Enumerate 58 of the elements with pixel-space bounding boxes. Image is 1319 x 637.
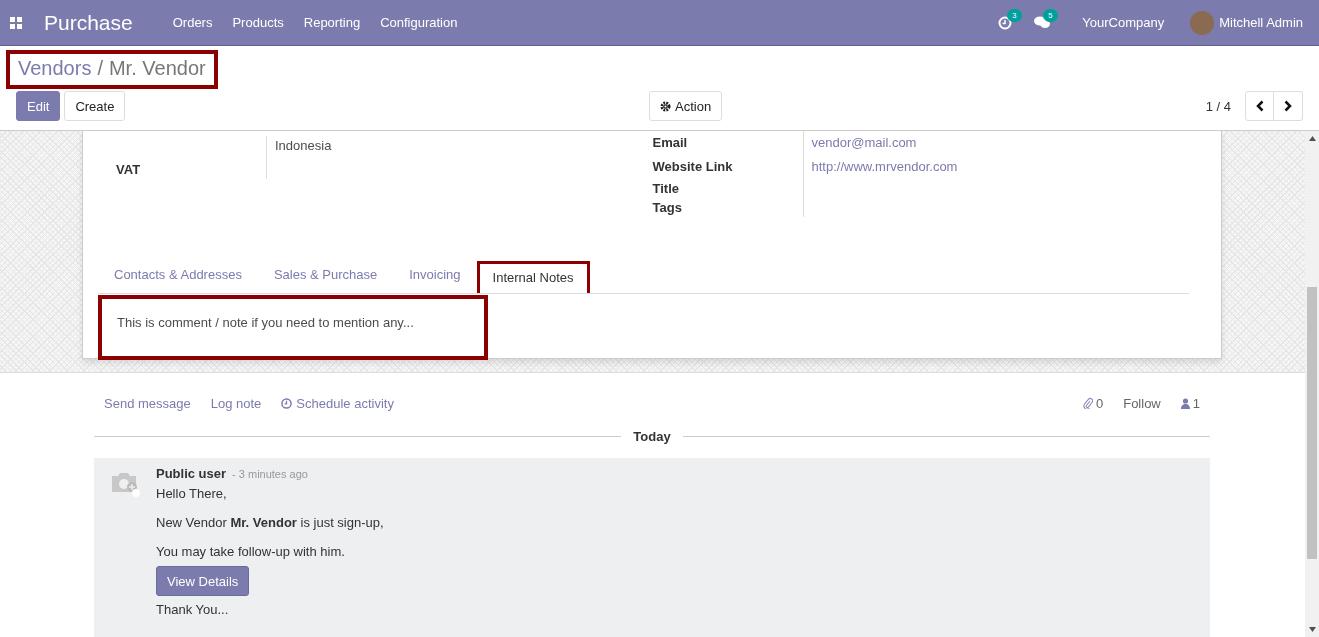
field-label: Title [652, 179, 804, 198]
next-button[interactable] [1274, 91, 1303, 121]
menu-link[interactable]: Orders [172, 15, 213, 30]
message-count-badge: 5 [1043, 9, 1058, 22]
chatter-action-link[interactable]: Log note [210, 395, 262, 411]
message-author: Public user [156, 466, 227, 481]
attachments-button[interactable]: 0 [1082, 395, 1104, 411]
app-title: Purchase [44, 10, 133, 35]
field-link[interactable]: vendor@mail.com [803, 131, 1189, 155]
breadcrumb-link[interactable]: Vendors [18, 57, 92, 80]
view-details-button[interactable]: View Details [156, 566, 250, 596]
chevron-left-icon [1255, 100, 1264, 112]
message-paragraph: Hello There, [156, 486, 228, 501]
user-name[interactable]: Mitchell Admin [1219, 15, 1303, 30]
breadcrumb-separator: / [97, 57, 103, 80]
internal-note-text: This is comment / note if you need to mention any... [98, 295, 488, 360]
followers-button[interactable]: 1 [1180, 395, 1200, 411]
chevron-right-icon [1284, 100, 1292, 112]
message-paragraph: Thank You... [156, 602, 230, 617]
scrollbar[interactable] [1305, 131, 1319, 637]
previous-button[interactable] [1245, 91, 1274, 121]
date-divider-label: Today [633, 429, 671, 444]
field-label: Tags [652, 198, 804, 217]
create-button[interactable]: Create [64, 91, 126, 121]
apps-menu-icon[interactable] [10, 16, 22, 29]
activity-clock-icon[interactable] [998, 15, 1013, 30]
edit-button[interactable]: Edit [16, 91, 61, 121]
chatter-action-link[interactable]: Send message [104, 395, 191, 411]
message-paragraph: You may take follow-up with him. [156, 544, 346, 559]
breadcrumb-current: Mr. Vendor [108, 57, 206, 80]
menu-link[interactable]: Products [232, 15, 284, 30]
activity-count-badge: 3 [1007, 8, 1022, 22]
field-label: Email [652, 131, 804, 155]
person-icon [1180, 397, 1190, 409]
form-tab[interactable]: Contacts & Addresses [98, 258, 258, 293]
clock-icon [281, 397, 293, 409]
camera-avatar-icon [110, 470, 140, 498]
field-label: Website Link [652, 155, 804, 179]
follow-button[interactable]: Follow [1123, 395, 1161, 411]
field-label: VAT [116, 155, 267, 179]
menu-link[interactable]: Reporting [303, 15, 361, 30]
action-button[interactable]: Action [649, 91, 723, 121]
form-tab[interactable]: Sales & Purchase [257, 258, 394, 293]
company-switcher[interactable]: YourCompany [1082, 15, 1165, 30]
message-time: - 3 minutes ago [232, 468, 308, 480]
field-value: Indonesia [274, 137, 333, 155]
pager-counter: 1 / 4 [1205, 98, 1231, 114]
gear-icon [660, 100, 671, 112]
scrollbar-thumb[interactable] [1307, 287, 1317, 559]
message-paragraph: New Vendor Mr. Vendor is just sign-up, [156, 515, 384, 530]
form-tab[interactable]: Invoicing [393, 258, 477, 293]
scroll-down-icon[interactable] [1308, 627, 1316, 632]
menu-link[interactable]: Configuration [380, 15, 458, 30]
scroll-up-icon[interactable] [1308, 136, 1316, 141]
chatter-action-link[interactable]: Schedule activity [281, 395, 394, 411]
form-tab[interactable]: Internal Notes [476, 261, 590, 293]
field-link[interactable]: http://www.mrvendor.com [803, 155, 1189, 179]
paperclip-icon [1082, 397, 1093, 409]
